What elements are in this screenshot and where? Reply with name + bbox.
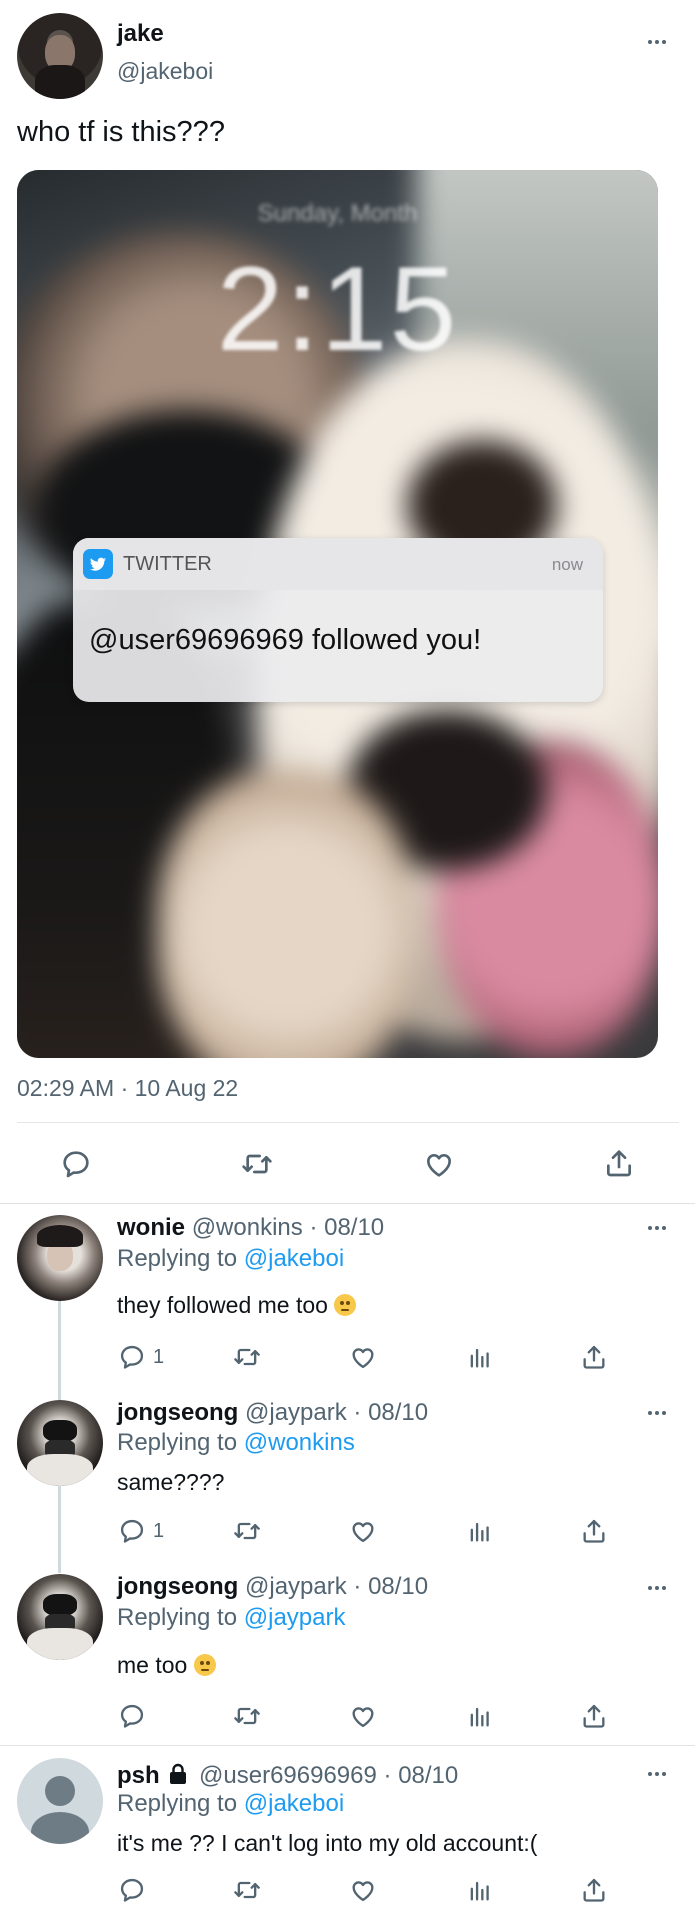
lock-icon bbox=[168, 1763, 188, 1792]
notification-card: TWITTER now @user69696969 followed you! bbox=[73, 538, 603, 702]
tweet-text: who tf is this??? bbox=[17, 116, 225, 148]
retweet-icon[interactable] bbox=[232, 1343, 262, 1371]
author-name[interactable]: jake bbox=[117, 20, 164, 48]
section-divider bbox=[0, 1203, 695, 1204]
reply-count: 1 bbox=[153, 1346, 165, 1368]
reply-date[interactable]: · 08/10 bbox=[353, 1573, 428, 1600]
reply-text: they followed me too bbox=[117, 1292, 328, 1318]
like-icon[interactable] bbox=[422, 1148, 456, 1180]
like-icon[interactable] bbox=[348, 1876, 378, 1904]
reply-count: 1 bbox=[153, 1520, 165, 1542]
author-handle[interactable]: @jakeboi bbox=[117, 58, 213, 85]
replying-to-handle[interactable]: @wonkins bbox=[244, 1429, 355, 1456]
share-icon[interactable] bbox=[580, 1701, 608, 1731]
author-name[interactable]: jongseong bbox=[117, 1399, 238, 1426]
author-handle[interactable]: @wonkins bbox=[192, 1214, 303, 1241]
avatar[interactable] bbox=[17, 13, 103, 99]
replying-to-handle[interactable]: @jaypark bbox=[244, 1604, 346, 1631]
retweet-icon[interactable] bbox=[240, 1148, 274, 1180]
notification-text: followed you! bbox=[303, 624, 482, 656]
retweet-icon[interactable] bbox=[232, 1876, 262, 1904]
reply-icon[interactable] bbox=[118, 1876, 146, 1904]
retweet-icon[interactable] bbox=[232, 1702, 262, 1730]
author-name[interactable]: psh bbox=[117, 1762, 160, 1789]
reply-icon[interactable] bbox=[118, 1343, 146, 1371]
tweet-media[interactable]: Sunday, Month 2:15 TWITTER now @user6969… bbox=[17, 170, 658, 1058]
divider bbox=[17, 1122, 679, 1123]
more-options-icon[interactable] bbox=[648, 1226, 666, 1230]
reply-icon[interactable] bbox=[118, 1702, 146, 1730]
lock-screen-time: 2:15 bbox=[216, 242, 459, 376]
more-options-icon[interactable] bbox=[648, 1586, 666, 1590]
share-icon[interactable] bbox=[603, 1146, 635, 1180]
reply-date[interactable]: · 08/10 bbox=[309, 1214, 384, 1241]
lock-screen-date: Sunday, Month bbox=[257, 200, 418, 227]
reply-text: it's me ?? I can't log into my old accou… bbox=[117, 1830, 538, 1856]
reply-icon[interactable] bbox=[60, 1148, 92, 1180]
replying-to-label: Replying to bbox=[117, 1604, 244, 1631]
notification-time: now bbox=[551, 555, 583, 574]
avatar[interactable] bbox=[17, 1215, 103, 1301]
reply-text: same???? bbox=[117, 1469, 225, 1495]
thread-line bbox=[58, 1300, 61, 1400]
author-name[interactable]: wonie bbox=[117, 1214, 185, 1241]
default-avatar[interactable] bbox=[17, 1758, 103, 1844]
like-icon[interactable] bbox=[348, 1343, 378, 1371]
replying-to-label: Replying to bbox=[117, 1429, 244, 1456]
share-icon[interactable] bbox=[580, 1342, 608, 1372]
notification-app-label: TWITTER bbox=[123, 553, 212, 575]
reply-date[interactable]: · 08/10 bbox=[353, 1399, 428, 1426]
like-icon[interactable] bbox=[348, 1517, 378, 1545]
author-handle[interactable]: @jaypark bbox=[245, 1573, 347, 1600]
replying-to-handle[interactable]: @jakeboi bbox=[244, 1245, 344, 1272]
notification-handle: @user69696969 bbox=[89, 624, 304, 656]
reply-date[interactable]: · 08/10 bbox=[384, 1762, 459, 1789]
more-options-icon[interactable] bbox=[648, 1772, 666, 1776]
analytics-icon[interactable] bbox=[466, 1343, 494, 1371]
analytics-icon[interactable] bbox=[466, 1702, 494, 1730]
replying-to-label: Replying to bbox=[117, 1790, 244, 1817]
twitter-app-icon bbox=[83, 549, 113, 579]
reply-icon[interactable] bbox=[118, 1517, 146, 1545]
avatar[interactable] bbox=[17, 1574, 103, 1660]
author-name[interactable]: jongseong bbox=[117, 1573, 238, 1600]
author-handle[interactable]: @jaypark bbox=[245, 1399, 347, 1426]
tweet-timestamp[interactable]: 02:29 AM · 10 Aug 22 bbox=[17, 1075, 238, 1102]
thinking-face-emoji bbox=[193, 1654, 216, 1676]
avatar[interactable] bbox=[17, 1400, 103, 1486]
section-divider bbox=[0, 1745, 695, 1746]
analytics-icon[interactable] bbox=[466, 1517, 494, 1545]
retweet-icon[interactable] bbox=[232, 1517, 262, 1545]
share-icon[interactable] bbox=[580, 1875, 608, 1905]
replying-to-handle[interactable]: @jakeboi bbox=[244, 1790, 344, 1817]
thinking-face-emoji bbox=[334, 1294, 357, 1316]
more-options-icon[interactable] bbox=[648, 1411, 666, 1415]
like-icon[interactable] bbox=[348, 1702, 378, 1730]
more-options-icon[interactable] bbox=[648, 40, 666, 44]
analytics-icon[interactable] bbox=[466, 1876, 494, 1904]
thread-line bbox=[58, 1485, 61, 1573]
replying-to-label: Replying to bbox=[117, 1245, 244, 1272]
author-handle[interactable]: @user69696969 bbox=[199, 1762, 377, 1789]
reply-text: me too bbox=[117, 1652, 188, 1678]
share-icon[interactable] bbox=[580, 1516, 608, 1546]
